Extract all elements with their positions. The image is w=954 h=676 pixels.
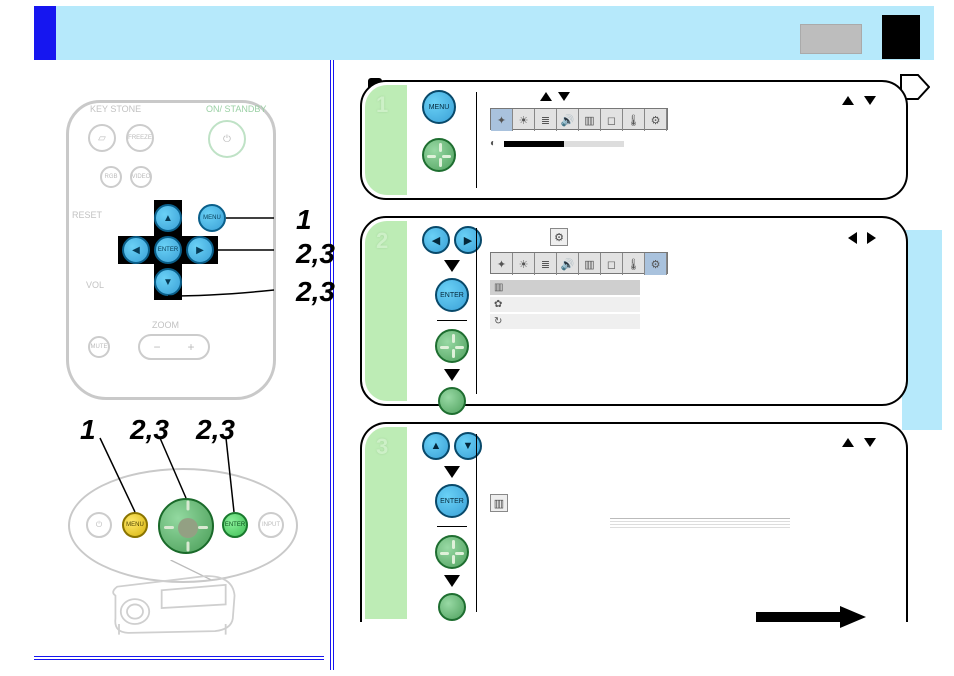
step1-updown-icon (842, 96, 876, 105)
step2-submenu-list: ▥ ✿ ↻ (490, 280, 896, 329)
step-2-number: 2 (376, 228, 388, 254)
down-arrow-icon (444, 369, 460, 381)
top-color-bar (34, 6, 934, 60)
step-1-number: 1 (376, 92, 388, 118)
step1-menu-button[interactable]: MENU (422, 90, 456, 124)
step3-confirm-disc[interactable] (438, 593, 466, 621)
step3-up-button[interactable]: ▲ (422, 432, 450, 460)
step3-down-button[interactable]: ▼ (454, 432, 482, 460)
step2-leftright-icon (848, 232, 876, 244)
step2-menu-strip: ✦ ☀ ≣ 🔊 ▥ ◻ 🌡 ⚙ (490, 252, 668, 274)
step3-enter-disc[interactable] (435, 535, 469, 569)
step3-options (610, 518, 790, 530)
remote-control-illustration: KEY STONE ON/ STANDBY ▱ FREEZE ⏻ RGB VID… (66, 100, 276, 400)
top-blue-square (34, 6, 56, 60)
down-arrow-icon (444, 466, 460, 478)
callout-2: 2,3 (296, 238, 335, 270)
step2-left-button[interactable]: ◀ (422, 226, 450, 254)
page-tab-gray (800, 24, 862, 54)
callout-1: 1 (296, 204, 312, 236)
projector-illustration (100, 560, 250, 640)
left-bottom-rule (34, 656, 324, 660)
step3-row-icon: ▥ (490, 494, 508, 512)
step1-menu-strip: ✦ ☀ ≣ 🔊 ▥ ◻ 🌡 ⚙ (490, 108, 668, 130)
step2-target-tab-icon: ⚙ (550, 228, 568, 246)
step-3-box: 3 ▲ ▼ ENTER ▥ (360, 422, 908, 622)
step-2-box: 2 ◀ ▶ ENTER ⚙ ✦ ☀ (360, 216, 908, 406)
column-divider (330, 60, 334, 670)
continued-arrow-icon (756, 606, 866, 628)
step1-slider: ◐ (490, 138, 896, 149)
step-3-number: 3 (376, 434, 388, 460)
remote-leader-lines (66, 100, 326, 400)
callout-3: 2,3 (296, 276, 335, 308)
panel-leader-lines (68, 438, 298, 518)
step2-enter-button[interactable]: ENTER (435, 278, 469, 312)
step2-right-button[interactable]: ▶ (454, 226, 482, 254)
step1-enter-disc[interactable] (422, 138, 456, 172)
page-tab-black (882, 15, 920, 59)
step2-confirm-disc[interactable] (438, 387, 466, 415)
step-1-box: 1 MENU ✦ ☀ ≣ 🔊 ▥ ◻ 🌡 (360, 80, 908, 200)
step3-enter-button[interactable]: ENTER (435, 484, 469, 518)
step3-updown-icon (842, 438, 876, 447)
down-arrow-icon (444, 260, 460, 272)
down-arrow-icon (444, 575, 460, 587)
step2-enter-disc[interactable] (435, 329, 469, 363)
